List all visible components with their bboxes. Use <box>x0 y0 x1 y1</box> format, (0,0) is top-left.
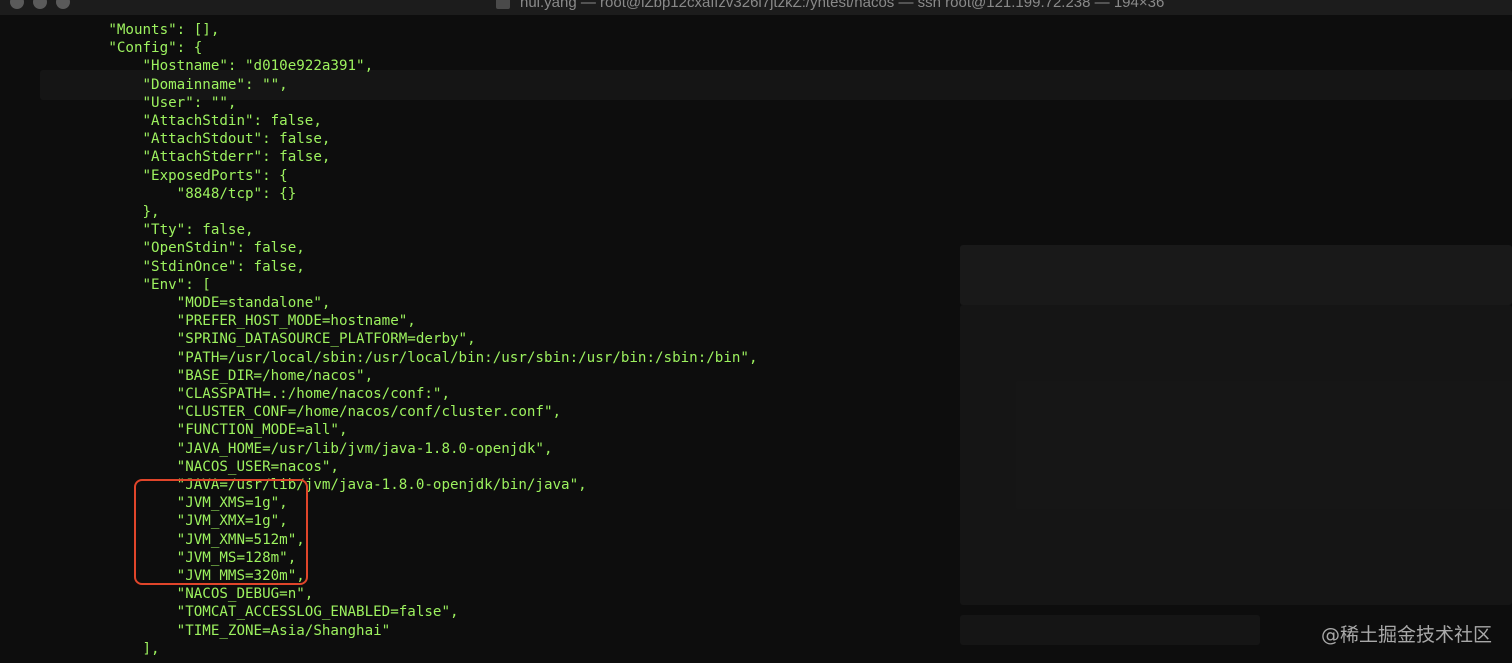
terminal-line: "NACOS_DEBUG=n", <box>40 586 314 603</box>
terminal-line: "JAVA=/usr/lib/jvm/java-1.8.0-openjdk/bi… <box>40 477 587 493</box>
window-title: hui.yang — root@iZbp12cxaffzv326i7jtzkZ:… <box>520 0 1165 11</box>
terminal-line: "Hostname": "d010e922a391", <box>40 58 374 75</box>
title-bar: hui.yang — root@iZbp12cxaffzv326i7jtzkZ:… <box>0 0 1512 15</box>
terminal-line: "SPRING_DATASOURCE_PLATFORM=derby", <box>40 331 476 348</box>
terminal-line: "Config": { <box>40 40 203 57</box>
folder-icon <box>496 0 510 9</box>
close-window-button[interactable] <box>10 0 24 9</box>
terminal-line: "AttachStderr": false, <box>40 149 331 166</box>
zoom-window-button[interactable] <box>56 0 70 9</box>
watermark: @稀土掘金技术社区 <box>1320 624 1492 646</box>
terminal-line: "PATH=/usr/local/sbin:/usr/local/bin:/us… <box>40 349 758 366</box>
terminal-line: "OpenStdin": false, <box>40 240 305 257</box>
terminal-line: "StdinOnce": false, <box>40 258 305 275</box>
terminal-line: "AttachStdin": false, <box>40 113 322 129</box>
terminal-line: "FUNCTION_MODE=all", <box>40 422 348 439</box>
terminal-line: "PREFER_HOST_MODE=hostname", <box>40 313 416 330</box>
terminal-line: "8848/tcp": {} <box>40 185 297 202</box>
terminal-line: "Env": [ <box>40 276 211 293</box>
terminal-line: "NACOS_USER=nacos", <box>40 458 339 475</box>
terminal-line: "MODE=standalone", <box>40 295 331 311</box>
terminal-line: "ExposedPorts": { <box>40 167 288 184</box>
terminal-window: hui.yang — root@iZbp12cxaffzv326i7jtzkZ:… <box>0 0 1512 663</box>
terminal-line: "BASE_DIR=/home/nacos", <box>40 367 374 384</box>
terminal-line: }, <box>40 204 160 220</box>
terminal-line: "AttachStdout": false, <box>40 131 331 148</box>
terminal-line: "Tty": false, <box>40 222 254 239</box>
terminal-line: "CLUSTER_CONF=/home/nacos/conf/cluster.c… <box>40 404 562 421</box>
minimize-window-button[interactable] <box>33 0 47 9</box>
terminal-line: "User": "", <box>40 94 237 111</box>
terminal-line: "Mounts": [], <box>40 22 220 38</box>
terminal-line: "TOMCAT_ACCESSLOG_ENABLED=false", <box>40 604 459 621</box>
terminal-line: "JAVA_HOME=/usr/lib/jvm/java-1.8.0-openj… <box>40 440 553 457</box>
env-highlight-box <box>134 479 308 585</box>
terminal-line: "CLASSPATH=.:/home/nacos/conf:", <box>40 386 450 402</box>
terminal-line: ], <box>40 640 160 657</box>
terminal-line: "Domainname": "", <box>40 76 288 93</box>
terminal-line: "TIME_ZONE=Asia/Shanghai" <box>40 622 391 639</box>
